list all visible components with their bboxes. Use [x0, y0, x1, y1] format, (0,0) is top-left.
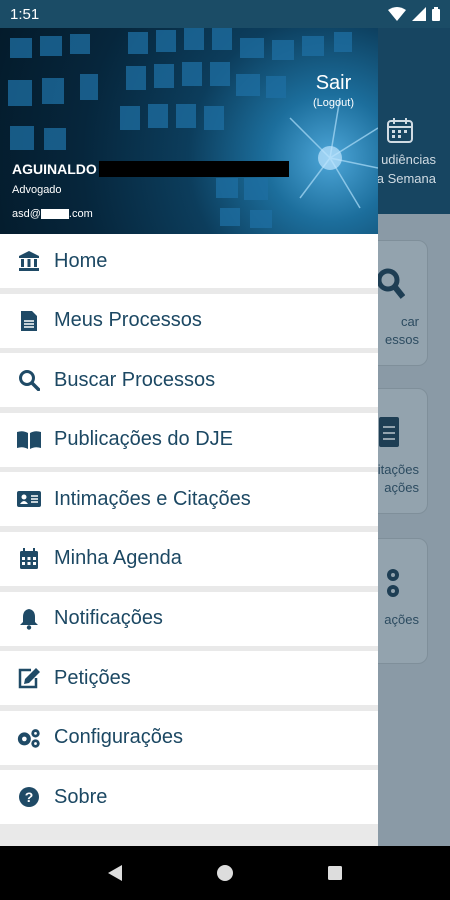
- id-card-icon: [16, 486, 42, 512]
- drawer-header: Sair (Logout) AGUINALDO Advogado asd@ .c…: [0, 28, 378, 234]
- calendar-icon: [387, 118, 413, 143]
- logout-button[interactable]: Sair (Logout): [313, 72, 354, 109]
- menu-item-peticoes[interactable]: Petições: [0, 651, 378, 706]
- signal-icon: [412, 7, 426, 21]
- battery-icon: [432, 7, 440, 21]
- menu-item-sobre[interactable]: ? Sobre: [0, 770, 378, 825]
- svg-text:?: ?: [25, 789, 34, 805]
- menu-item-intimacoes-citacoes[interactable]: Intimações e Citações: [0, 472, 378, 527]
- gears-icon: [387, 569, 399, 597]
- status-bar: 1:51: [0, 0, 450, 28]
- menu-item-configuracoes[interactable]: Configurações: [0, 710, 378, 765]
- recents-button[interactable]: [315, 853, 355, 893]
- system-icons: [388, 7, 440, 21]
- user-email: asd@ .com: [12, 208, 93, 220]
- bell-icon: [16, 606, 42, 632]
- home-button[interactable]: [205, 853, 245, 893]
- book-open-icon: [16, 427, 42, 453]
- back-button[interactable]: [95, 853, 135, 893]
- menu-item-publicacoes-dje[interactable]: Publicações do DJE: [0, 412, 378, 467]
- search-icon: [376, 268, 405, 299]
- back-triangle-icon: [108, 865, 122, 881]
- navigation-drawer: Sair (Logout) AGUINALDO Advogado asd@ .c…: [0, 28, 378, 846]
- edit-icon: [16, 665, 42, 691]
- document-icon: [16, 308, 42, 334]
- calendar-icon: [16, 546, 42, 572]
- home-circle-icon: [217, 865, 233, 881]
- menu-item-meus-processos[interactable]: Meus Processos: [0, 293, 378, 348]
- question-circle-icon: ?: [16, 784, 42, 810]
- user-role: Advogado: [12, 184, 62, 196]
- redacted-email: [40, 209, 69, 219]
- user-name: AGUINALDO: [12, 161, 289, 177]
- bank-icon: [16, 248, 42, 274]
- system-nav-bar: [0, 846, 450, 900]
- search-icon: [16, 367, 42, 393]
- menu-item-notificacoes[interactable]: Notificações: [0, 591, 378, 646]
- wifi-icon: [388, 7, 406, 21]
- status-time: 1:51: [10, 5, 40, 23]
- menu-item-home[interactable]: Home: [0, 234, 378, 288]
- gears-icon: [16, 725, 42, 751]
- recents-square-icon: [328, 866, 342, 880]
- menu-item-buscar-processos[interactable]: Buscar Processos: [0, 353, 378, 408]
- header-background-image: [8, 28, 378, 228]
- menu-item-minha-agenda[interactable]: Minha Agenda: [0, 531, 378, 586]
- redacted-surname: [98, 161, 289, 177]
- document-icon: [379, 417, 399, 447]
- drawer-menu: Home Meus Processos Buscar Processos Pub…: [0, 234, 378, 830]
